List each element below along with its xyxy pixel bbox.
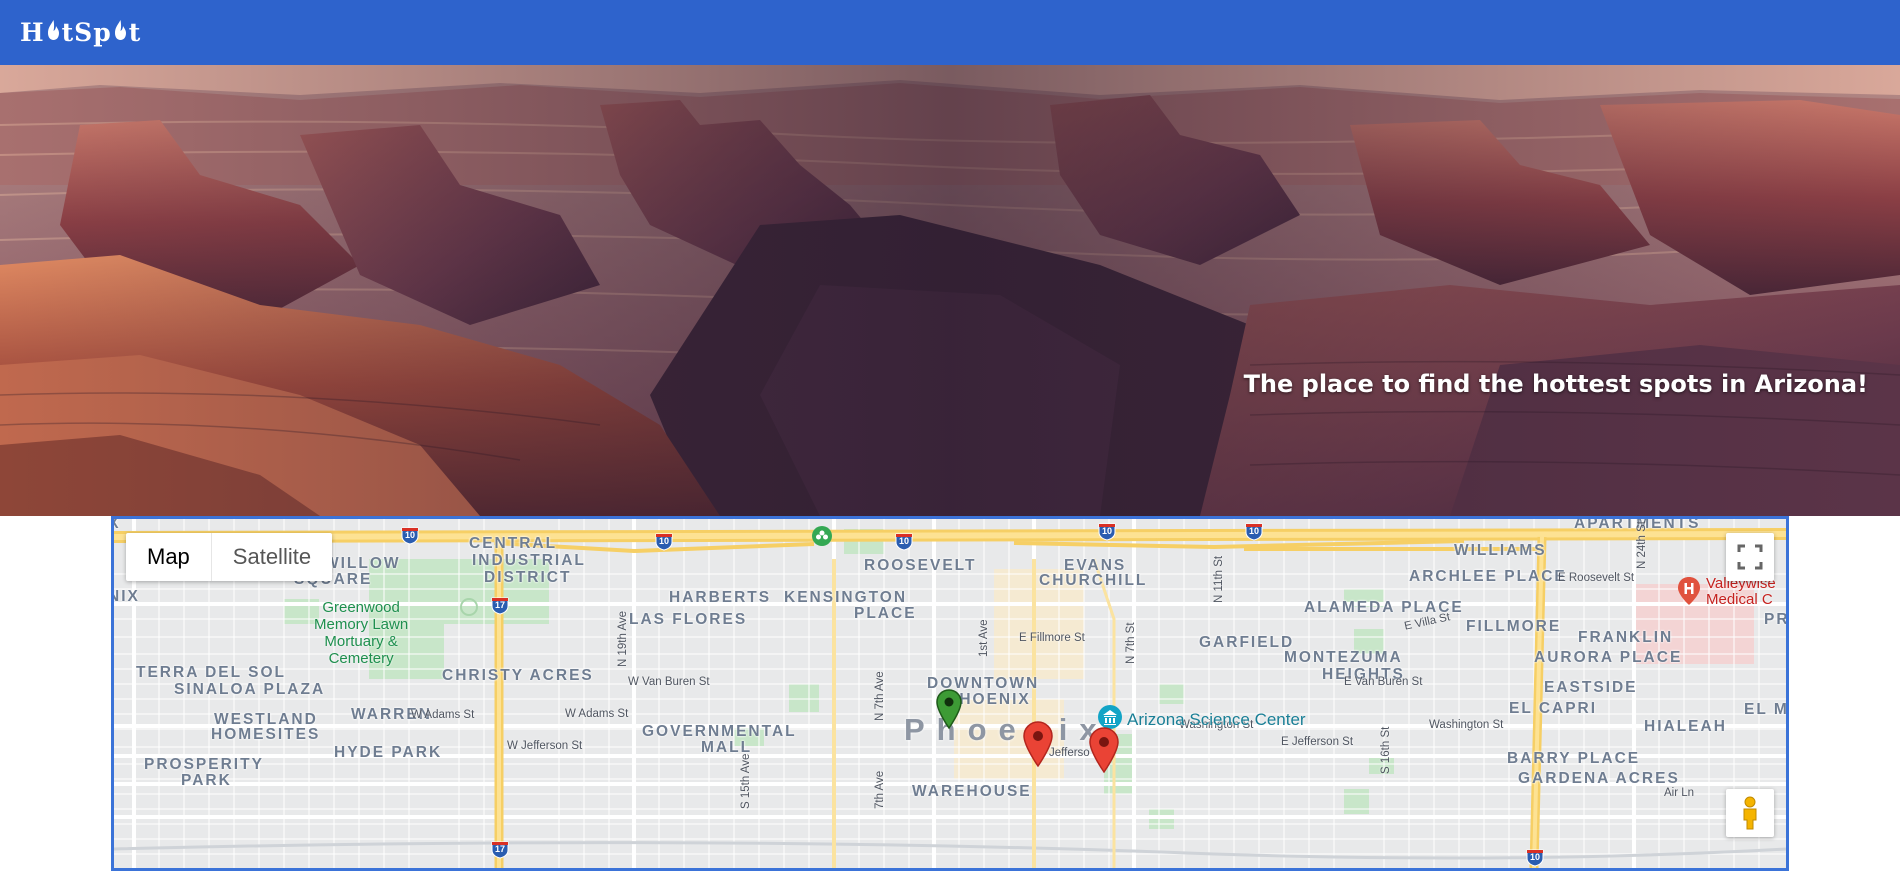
top-navbar: H tSp t	[0, 0, 1900, 65]
flame-icon	[113, 18, 128, 47]
logo-text-part-1: H	[20, 17, 45, 47]
map-type-map-button[interactable]: Map	[126, 533, 211, 581]
google-map[interactable]: 10 10 10 10 10 17 17 10 APARTMENTS CENTR…	[111, 516, 1789, 871]
hero-tagline: The place to find the hottest spots in A…	[1243, 370, 1868, 398]
street-view-pegman-icon	[1743, 796, 1757, 830]
fullscreen-icon	[1737, 544, 1763, 570]
fullscreen-button[interactable]	[1726, 533, 1774, 581]
street-view-button[interactable]	[1726, 789, 1774, 837]
map-type-control: Map Satellite	[126, 533, 333, 581]
red-location-marker[interactable]	[1023, 721, 1053, 771]
flame-icon	[46, 18, 61, 47]
hero-banner: The place to find the hottest spots in A…	[0, 65, 1900, 516]
green-location-marker[interactable]	[936, 689, 962, 733]
logo-text-part-2: tSp	[61, 17, 112, 47]
map-type-satellite-button[interactable]: Satellite	[210, 533, 332, 581]
grand-canyon-image	[0, 65, 1900, 516]
red-location-marker[interactable]	[1089, 727, 1119, 777]
logo-text-part-3: t	[128, 17, 142, 47]
hotspot-logo[interactable]: H tSp t	[20, 14, 141, 50]
